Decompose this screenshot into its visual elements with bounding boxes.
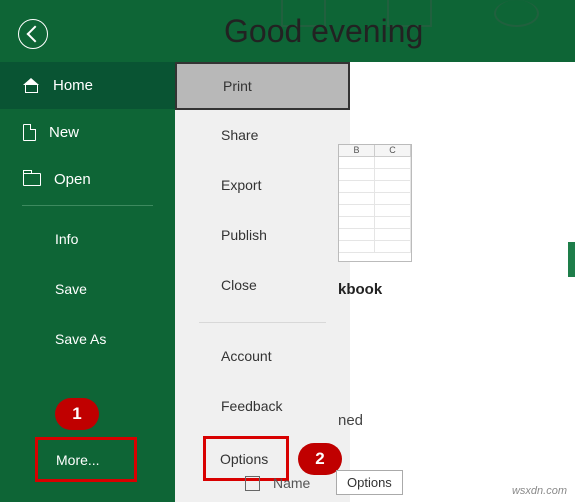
home-icon (23, 78, 40, 93)
back-button[interactable] (18, 19, 48, 49)
workbook-thumbnail[interactable]: B C (338, 144, 412, 262)
flyout-feedback[interactable]: Feedback (175, 381, 350, 431)
watermark: wsxdn.com (512, 485, 567, 497)
pinned-label: ned (338, 412, 363, 429)
back-arrow-icon (26, 26, 43, 43)
nav-more-label: More... (56, 452, 100, 468)
content-area: B C kbook ned Name Options (350, 62, 575, 502)
nav-new-label: New (49, 124, 79, 141)
nav-home[interactable]: Home (0, 62, 175, 109)
options-tooltip: Options (336, 470, 403, 495)
nav-home-label: Home (53, 77, 93, 94)
nav-save-label: Save (55, 281, 87, 297)
flyout-close[interactable]: Close (175, 260, 350, 310)
nav-save[interactable]: Save (0, 264, 175, 314)
flyout-publish[interactable]: Publish (175, 210, 350, 260)
nav-save-as-label: Save As (55, 331, 106, 347)
workbook-label: kbook (338, 281, 382, 298)
flyout-account[interactable]: Account (175, 331, 350, 381)
document-icon (23, 124, 36, 141)
flyout-print[interactable]: Print (175, 62, 350, 110)
col-b: B (339, 145, 375, 156)
nav-save-as[interactable]: Save As (0, 314, 175, 364)
sidebar: Home New Open Info Save Save As More... (0, 62, 175, 502)
nav-open-label: Open (54, 171, 91, 188)
nav-open[interactable]: Open (0, 156, 175, 203)
flyout-share[interactable]: Share (175, 110, 350, 160)
folder-icon (23, 173, 41, 186)
nav-new[interactable]: New (0, 109, 175, 156)
col-c: C (375, 145, 411, 156)
select-all-checkbox[interactable] (245, 476, 260, 491)
greeting-title: Good evening (224, 13, 423, 50)
sidebar-divider (22, 205, 153, 206)
flyout-divider (199, 322, 326, 323)
nav-more[interactable]: More... (35, 437, 137, 482)
flyout-export[interactable]: Export (175, 160, 350, 210)
annotation-badge-1: 1 (55, 398, 99, 430)
scroll-indicator (568, 242, 575, 277)
nav-info[interactable]: Info (0, 214, 175, 264)
nav-info-label: Info (55, 231, 78, 247)
name-column-header[interactable]: Name (273, 475, 310, 491)
more-flyout: Print Share Export Publish Close Account… (175, 62, 350, 502)
